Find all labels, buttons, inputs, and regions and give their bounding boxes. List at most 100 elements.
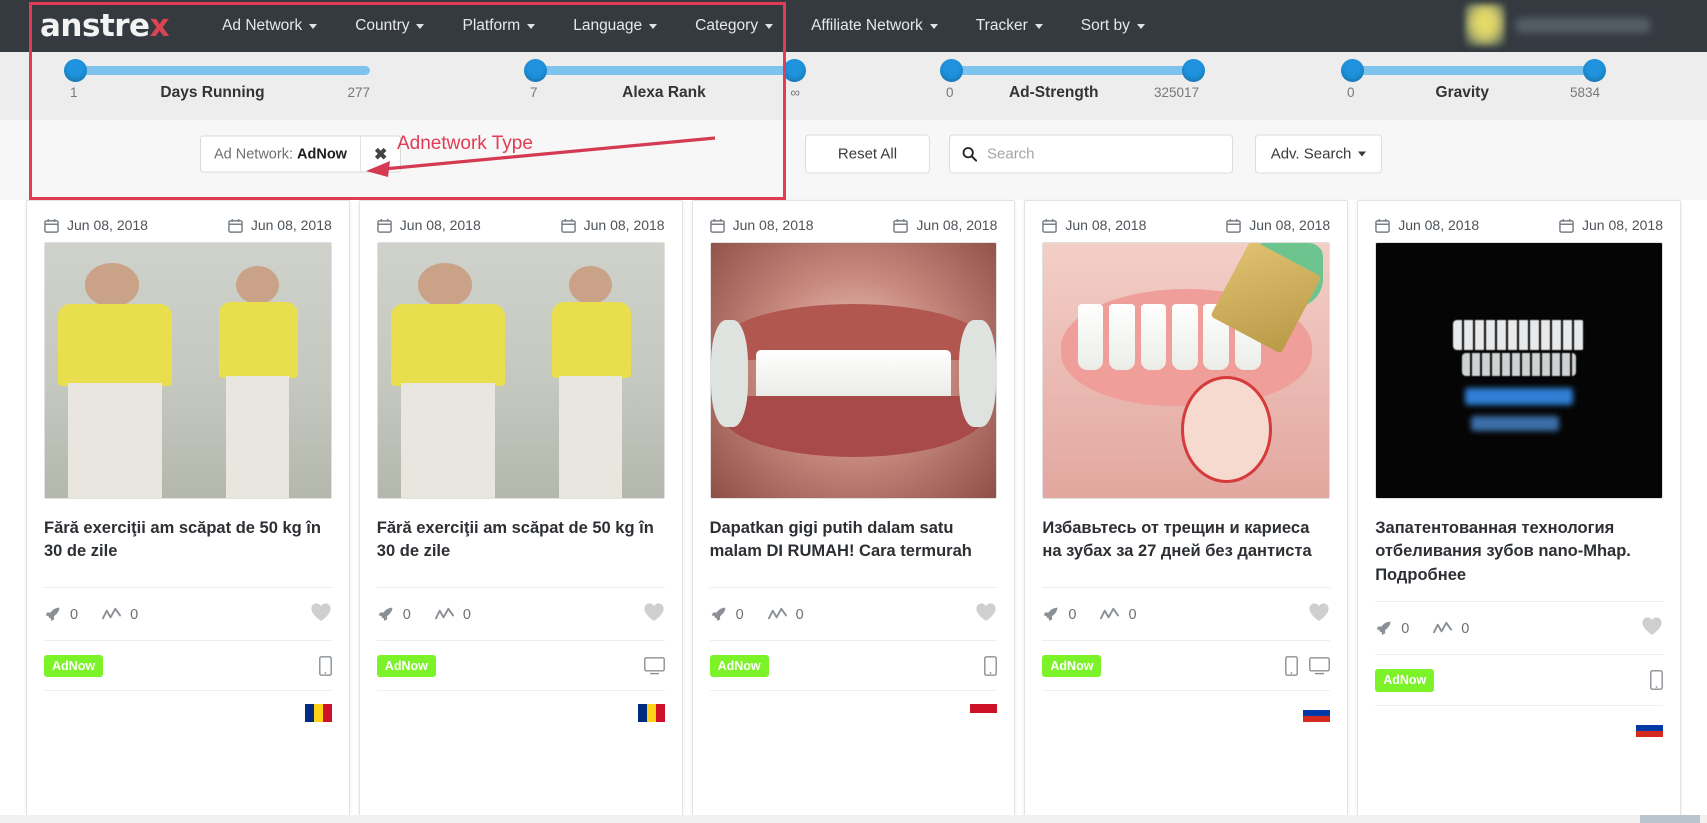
slider-track[interactable] bbox=[940, 59, 1205, 82]
card-title[interactable]: Избавьтесь от трещин и кариеса на зубах … bbox=[1025, 499, 1347, 573]
user-menu[interactable] bbox=[1465, 4, 1651, 46]
app-logo[interactable]: anstrex bbox=[40, 7, 170, 44]
card-date-end: Jun 08, 2018 bbox=[1226, 217, 1330, 233]
network-badge[interactable]: AdNow bbox=[376, 655, 436, 678]
nav-item-sort-by[interactable]: Sort by bbox=[1062, 17, 1164, 35]
nav-item-language[interactable]: Language bbox=[554, 17, 676, 35]
ad-card[interactable]: Jun 08, 2018 Jun 08, 2018 Запатентованна… bbox=[1357, 200, 1681, 823]
flag-romania-icon bbox=[637, 704, 665, 723]
slider-days-running[interactable]: 1 Days Running 277 bbox=[64, 52, 370, 120]
favorite-button[interactable] bbox=[643, 602, 665, 627]
launches-count: 0 bbox=[1401, 620, 1410, 637]
search-input[interactable] bbox=[987, 145, 1220, 163]
rocket-icon bbox=[378, 607, 393, 621]
calendar-icon bbox=[709, 218, 725, 233]
card-stats: 0 0 bbox=[1375, 601, 1663, 654]
flag-russia-icon bbox=[1635, 718, 1663, 737]
stat-trend: 0 bbox=[767, 606, 804, 623]
card-title[interactable]: Запатентованная технология отбеливания з… bbox=[1358, 499, 1680, 587]
scrollbar-thumb[interactable] bbox=[1640, 815, 1700, 823]
launches-count: 0 bbox=[1068, 606, 1077, 623]
horizontal-scrollbar[interactable] bbox=[0, 815, 1707, 823]
card-thumbnail-wrap bbox=[27, 242, 349, 499]
slider-handle-min[interactable] bbox=[940, 59, 963, 82]
ad-card[interactable]: Jun 08, 2018 Jun 08, 2018 bbox=[26, 200, 350, 823]
heart-icon bbox=[1309, 603, 1329, 621]
chip-remove-icon[interactable]: ✖ bbox=[361, 144, 400, 164]
slider-handle-max[interactable] bbox=[1583, 59, 1606, 82]
nav-item-affiliate-network[interactable]: Affiliate Network bbox=[792, 17, 957, 35]
card-dates: Jun 08, 2018 Jun 08, 2018 bbox=[1358, 201, 1680, 242]
reset-all-button[interactable]: Reset All bbox=[805, 134, 930, 174]
network-badge[interactable]: AdNow bbox=[44, 655, 104, 678]
network-badge[interactable]: AdNow bbox=[709, 655, 769, 678]
ad-creative-image[interactable] bbox=[1042, 242, 1331, 499]
nav-item-category[interactable]: Category bbox=[676, 17, 792, 35]
stat-launches: 0 bbox=[377, 606, 411, 623]
favorite-button[interactable] bbox=[310, 602, 332, 627]
slider-ad-strength[interactable]: 0 Ad-Strength 325017 bbox=[940, 52, 1205, 120]
logo-accent: x bbox=[149, 7, 170, 44]
advanced-search-label: Adv. Search bbox=[1270, 145, 1352, 163]
card-title[interactable]: Fără exerciţii am scăpat de 50 kg în 30 … bbox=[27, 499, 349, 573]
rocket-icon bbox=[711, 607, 725, 621]
slider-handle-max[interactable] bbox=[783, 59, 806, 82]
date-text: Jun 08, 2018 bbox=[67, 217, 148, 233]
nav-item-tracker[interactable]: Tracker bbox=[957, 17, 1062, 35]
ad-creative-image[interactable] bbox=[1375, 242, 1663, 499]
chevron-down-icon bbox=[765, 23, 774, 29]
calendar-icon bbox=[44, 218, 59, 233]
nav-item-ad-network[interactable]: Ad Network bbox=[203, 17, 336, 35]
date-text: Jun 08, 2018 bbox=[1065, 217, 1147, 233]
slider-track[interactable] bbox=[1341, 59, 1606, 82]
ad-creative-image[interactable] bbox=[709, 242, 998, 499]
favorite-button[interactable] bbox=[1308, 602, 1330, 627]
nav-item-platform[interactable]: Platform bbox=[443, 17, 554, 35]
chart-line-icon bbox=[1433, 622, 1453, 634]
card-stats: 0 0 bbox=[709, 587, 998, 640]
calendar-icon bbox=[376, 218, 392, 233]
slider-handle-min[interactable] bbox=[1341, 59, 1364, 82]
stat-launches: 0 bbox=[710, 606, 744, 623]
chip-value: AdNow bbox=[297, 146, 347, 162]
network-badge[interactable]: AdNow bbox=[1375, 669, 1435, 692]
nav-item-country[interactable]: Country bbox=[336, 17, 443, 35]
slider-name: Alexa Rank bbox=[622, 84, 706, 101]
rocket-icon bbox=[1044, 607, 1058, 621]
card-country bbox=[709, 690, 998, 734]
slider-gravity[interactable]: 0 Gravity 5834 bbox=[1341, 52, 1606, 120]
device-icons bbox=[1285, 656, 1331, 677]
device-icons bbox=[643, 657, 665, 675]
favorite-button[interactable] bbox=[1641, 616, 1663, 641]
card-date-start: Jun 08, 2018 bbox=[1375, 217, 1479, 233]
advanced-search-button[interactable]: Adv. Search bbox=[1255, 134, 1382, 174]
slider-track[interactable] bbox=[64, 59, 370, 82]
ad-card[interactable]: Jun 08, 2018 Jun 08, 2018 bbox=[691, 200, 1016, 823]
slider-handle-max[interactable] bbox=[1182, 59, 1205, 82]
favorite-button[interactable] bbox=[975, 602, 997, 627]
slider-min-value: 7 bbox=[530, 85, 538, 100]
network-badge[interactable]: AdNow bbox=[1042, 655, 1102, 678]
ad-card[interactable]: Jun 08, 2018 Jun 08, 2018 bbox=[358, 200, 683, 823]
card-title[interactable]: Dapatkan gigi putih dalam satu malam DI … bbox=[693, 499, 1015, 573]
chevron-down-icon bbox=[416, 23, 425, 29]
ad-card[interactable]: Jun 08, 2018 Jun 08, 2018 bbox=[1024, 200, 1349, 823]
ad-creative-image[interactable] bbox=[376, 242, 665, 499]
card-footer: AdNow bbox=[44, 640, 332, 690]
chip-prefix: Ad Network: bbox=[214, 146, 293, 162]
card-title[interactable]: Fără exerciţii am scăpat de 50 kg în 30 … bbox=[360, 499, 682, 573]
logo-text: anstre bbox=[40, 7, 150, 44]
search-box[interactable] bbox=[949, 134, 1233, 174]
slider-alexa-rank[interactable]: 7 Alexa Rank ∞ bbox=[524, 52, 806, 120]
ad-creative-image[interactable] bbox=[44, 242, 332, 499]
slider-track[interactable] bbox=[524, 59, 806, 82]
card-dates: Jun 08, 2018 Jun 08, 2018 bbox=[693, 201, 1015, 242]
slider-handle-min[interactable] bbox=[64, 59, 87, 82]
slider-handle-min[interactable] bbox=[524, 59, 547, 82]
date-text: Jun 08, 2018 bbox=[1249, 217, 1331, 233]
username-redacted bbox=[1515, 17, 1651, 33]
nav-label: Language bbox=[573, 17, 643, 34]
calendar-icon bbox=[1559, 218, 1574, 233]
active-filter-chip-ad-network[interactable]: Ad Network: AdNow ✖ bbox=[200, 135, 402, 173]
mobile-icon bbox=[1285, 656, 1299, 677]
